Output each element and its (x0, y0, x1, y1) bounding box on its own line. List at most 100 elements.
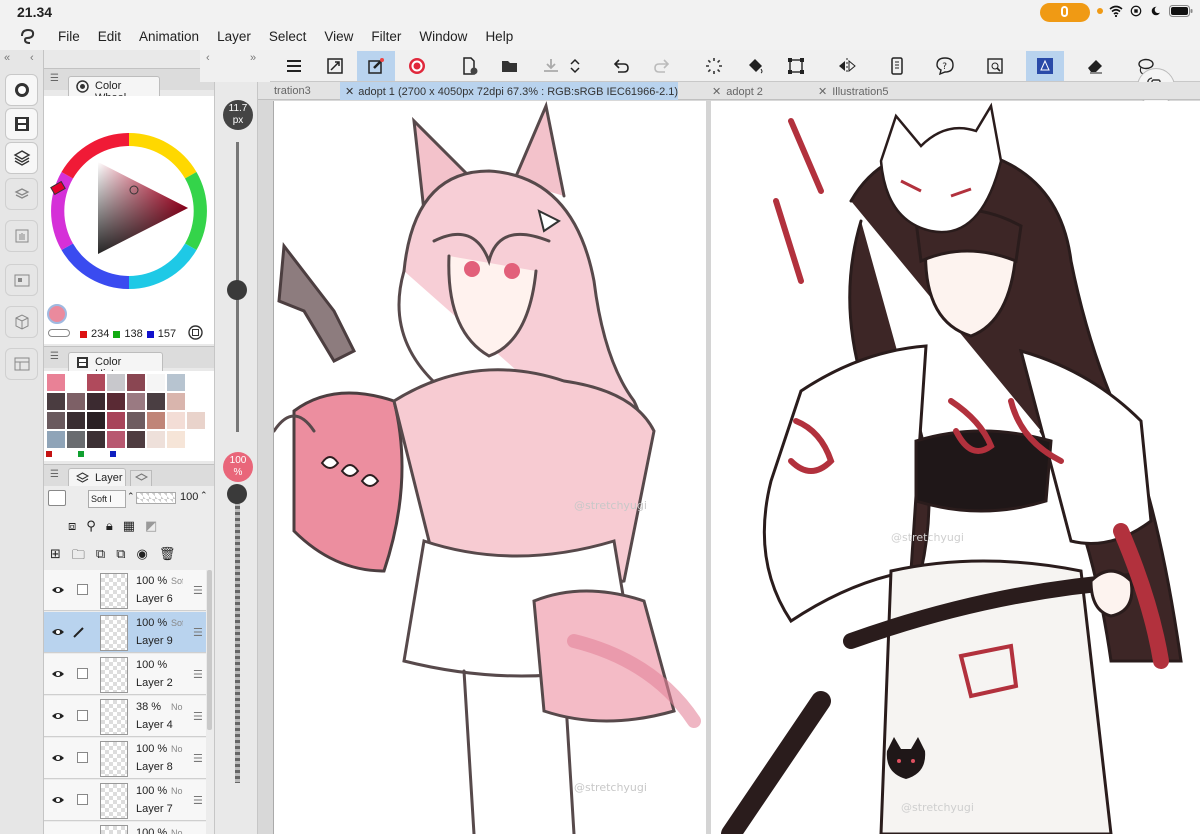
lock-icon[interactable]: 🔒︎ (106, 518, 113, 534)
clip-studio-logo-icon[interactable] (18, 28, 38, 46)
drag-handle-icon[interactable]: ☰ (193, 794, 203, 807)
search-page-button[interactable] (976, 51, 1014, 81)
transfer-down-icon[interactable]: ⧉ (96, 546, 105, 568)
layer-row[interactable]: 38 % Norm Layer 4 ☰ (44, 696, 206, 737)
tool-strip-3d-button[interactable] (5, 306, 38, 338)
color-wheel[interactable] (46, 128, 212, 294)
visibility-eye-icon[interactable] (51, 751, 65, 765)
save-options-button[interactable] (565, 51, 585, 81)
layer-mask-icon[interactable]: ◉ (137, 546, 148, 568)
tab-illustration3[interactable]: tration3 (274, 82, 340, 100)
panel-menu-icon[interactable]: ☰ (50, 73, 59, 84)
menu-window[interactable]: Window (419, 29, 467, 44)
brush-size-knob[interactable] (227, 280, 247, 300)
flip-button[interactable] (828, 51, 866, 81)
collapse-right-icon[interactable]: ‹ (206, 52, 210, 64)
history-swatch[interactable] (46, 411, 66, 430)
history-swatch[interactable] (146, 411, 166, 430)
history-swatch[interactable] (46, 373, 66, 392)
layer-checkbox[interactable] (77, 794, 88, 805)
history-swatch[interactable] (126, 411, 146, 430)
visibility-eye-icon[interactable] (51, 583, 65, 597)
open-button[interactable] (491, 51, 529, 81)
history-swatch[interactable] (166, 430, 186, 449)
history-swatch[interactable] (146, 430, 166, 449)
new-layer-icon[interactable]: ⊞ (50, 546, 61, 568)
expand-right-icon[interactable]: » (250, 52, 256, 64)
tool-strip-hand-button[interactable] (5, 220, 38, 252)
layer-checkbox[interactable] (77, 668, 88, 679)
opacity-stepper-icon[interactable]: ⌃ (200, 490, 208, 501)
history-swatch[interactable] (86, 411, 106, 430)
main-color-swatch[interactable] (47, 304, 67, 324)
layer-row[interactable]: 100 % Layer 2 ☰ (44, 654, 206, 695)
history-swatch[interactable] (106, 373, 126, 392)
history-swatch[interactable] (126, 430, 146, 449)
undo-button[interactable] (602, 51, 640, 81)
lock-transparency-icon[interactable]: ▦ (123, 518, 135, 534)
clip-icon[interactable]: ⧈ (68, 518, 76, 534)
color-history-tab[interactable]: Color History (68, 352, 163, 380)
history-swatch[interactable] (186, 411, 206, 430)
menu-view[interactable]: View (324, 29, 353, 44)
history-swatch[interactable] (86, 430, 106, 449)
new-canvas-button[interactable] (316, 51, 354, 81)
tab-adopt-2[interactable]: ✕ adopt 2 (712, 82, 812, 100)
blend-color-box[interactable] (48, 490, 66, 506)
color-triangle[interactable] (98, 162, 188, 254)
history-swatch[interactable] (186, 373, 206, 392)
history-swatch[interactable] (106, 411, 126, 430)
mask-icon[interactable]: ◩ (145, 518, 157, 534)
blend-mode-select[interactable]: Soft l (88, 490, 126, 508)
close-icon[interactable]: ✕ (345, 86, 354, 98)
combine-icon[interactable]: ⧉ (116, 546, 125, 568)
tool-strip-animation-button[interactable] (5, 108, 38, 140)
layer-scrollbar[interactable] (207, 570, 212, 730)
clip-studio-button[interactable] (398, 51, 436, 81)
canvas-adopt-1[interactable]: @stretchyugi @stretchyugi (273, 101, 706, 834)
brush-opacity-knob[interactable] (227, 484, 247, 504)
eraser-button[interactable] (1076, 51, 1114, 81)
brush-opacity-track[interactable] (235, 488, 240, 783)
tab-adopt-1[interactable]: ✕ adopt 1 (2700 x 4050px 72dpi 67.3% : RG… (340, 82, 678, 100)
history-swatch[interactable] (126, 392, 146, 411)
history-swatch[interactable] (146, 392, 166, 411)
history-swatch[interactable] (126, 373, 146, 392)
menu-file[interactable]: File (58, 29, 80, 44)
color-mode-icon[interactable] (188, 325, 203, 340)
layer-row[interactable]: 100 %Sof Layer 9 ☰ (44, 612, 206, 653)
tool-strip-navigator-button[interactable] (5, 264, 38, 296)
close-icon[interactable]: ✕ (712, 86, 721, 98)
visibility-eye-icon[interactable] (51, 709, 65, 723)
panel-menu-icon[interactable]: ☰ (50, 351, 59, 362)
layer-checkbox[interactable] (77, 752, 88, 763)
history-swatch[interactable] (66, 392, 86, 411)
menu-button[interactable] (275, 51, 313, 81)
panel-menu-icon[interactable]: ☰ (50, 469, 59, 480)
layer-row[interactable]: 100 %No☰ (44, 822, 206, 834)
history-swatch[interactable] (106, 392, 126, 411)
collapse-left-icon[interactable]: « (4, 52, 10, 64)
tool-strip-info-button[interactable] (5, 348, 38, 380)
opacity-slider[interactable] (136, 492, 176, 504)
history-swatch[interactable] (166, 392, 186, 411)
menu-animation[interactable]: Animation (139, 29, 199, 44)
history-swatch[interactable] (146, 373, 166, 392)
new-folder-icon[interactable]: 🗀︎ (72, 546, 85, 568)
new-file-button[interactable] (450, 51, 488, 81)
drag-handle-icon[interactable]: ☰ (193, 626, 203, 639)
drag-handle-icon[interactable]: ☰ (193, 584, 203, 597)
edit-button[interactable] (357, 51, 395, 81)
blend-mode-stepper-icon[interactable]: ⌃ (127, 491, 135, 502)
device-button[interactable] (878, 51, 916, 81)
layer-checkbox[interactable] (77, 584, 88, 595)
history-swatch[interactable] (166, 373, 186, 392)
tab-illustration5[interactable]: ✕ Illustration5 (818, 82, 928, 100)
menu-filter[interactable]: Filter (371, 29, 401, 44)
redo-button[interactable] (643, 51, 681, 81)
history-swatch[interactable] (86, 392, 106, 411)
history-swatch[interactable] (86, 373, 106, 392)
history-swatch[interactable] (66, 373, 86, 392)
visibility-eye-icon[interactable] (51, 625, 65, 639)
tool-strip-layer-button[interactable] (5, 142, 38, 174)
